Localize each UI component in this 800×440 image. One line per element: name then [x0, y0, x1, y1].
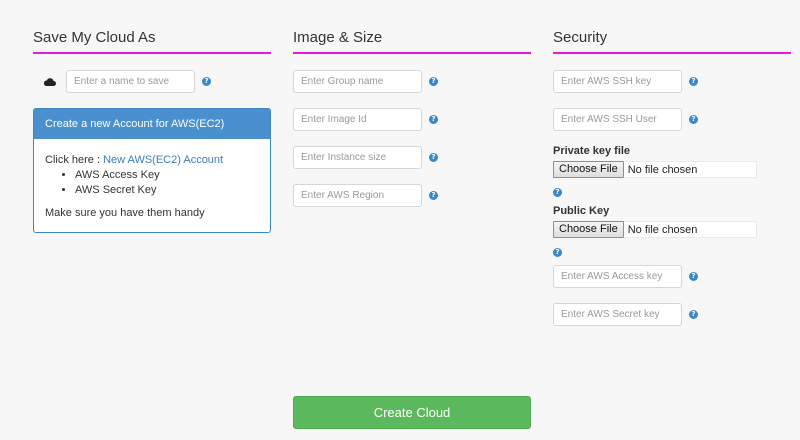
- panel-footer-text: Make sure you have them handy: [45, 207, 205, 219]
- group-name-help-icon[interactable]: ?: [429, 77, 438, 86]
- access-key-row: ?: [553, 265, 791, 288]
- list-item: AWS Secret Key: [75, 183, 259, 198]
- aws-account-panel-body: Click here : New AWS(EC2) Account AWS Ac…: [34, 139, 270, 232]
- private-key-file-status: No file chosen: [627, 163, 698, 176]
- private-key-help-icon[interactable]: ?: [553, 188, 562, 197]
- image-id-row: ?: [293, 108, 531, 131]
- secret-key-help-icon[interactable]: ?: [689, 310, 698, 319]
- image-id-input[interactable]: [293, 108, 422, 131]
- aws-region-row: ?: [293, 184, 531, 207]
- ssh-user-input[interactable]: [553, 108, 682, 131]
- ssh-key-input[interactable]: [553, 70, 682, 93]
- ssh-user-help-icon[interactable]: ?: [689, 115, 698, 124]
- public-key-help-icon[interactable]: ?: [553, 248, 562, 257]
- ssh-user-row: ?: [553, 108, 791, 131]
- secret-key-row: ?: [553, 303, 791, 326]
- create-cloud-button[interactable]: Create Cloud: [293, 396, 531, 429]
- group-name-row: ?: [293, 70, 531, 93]
- click-here-line: Click here : New AWS(EC2) Account: [45, 153, 259, 168]
- save-name-help-icon[interactable]: ?: [202, 77, 211, 86]
- aws-region-input[interactable]: [293, 184, 422, 207]
- ssh-key-help-icon[interactable]: ?: [689, 77, 698, 86]
- click-here-text: Click here :: [45, 154, 104, 166]
- private-key-help-row: ?: [553, 181, 791, 197]
- instance-size-row: ?: [293, 146, 531, 169]
- aws-account-panel-header: Create a new Account for AWS(EC2): [34, 109, 270, 139]
- image-id-help-icon[interactable]: ?: [429, 115, 438, 124]
- save-section: Save My Cloud As ? Create a new Account …: [33, 0, 271, 233]
- ssh-key-row: ?: [553, 70, 791, 93]
- secret-key-input[interactable]: [553, 303, 682, 326]
- aws-account-panel: Create a new Account for AWS(EC2) Click …: [33, 108, 271, 233]
- new-aws-account-link[interactable]: New AWS(EC2) Account: [103, 154, 223, 166]
- instance-size-input[interactable]: [293, 146, 422, 169]
- access-key-input[interactable]: [553, 265, 682, 288]
- aws-region-help-icon[interactable]: ?: [429, 191, 438, 200]
- private-key-choose-file-button[interactable]: Choose File: [553, 161, 624, 178]
- instance-size-help-icon[interactable]: ?: [429, 153, 438, 162]
- image-section-title: Image & Size: [293, 29, 531, 54]
- public-key-label: Public Key: [553, 205, 610, 217]
- public-key-choose-file-button[interactable]: Choose File: [553, 221, 624, 238]
- public-key-file-status: No file chosen: [627, 223, 698, 236]
- list-item: AWS Access Key: [75, 168, 259, 183]
- save-name-input[interactable]: [66, 70, 195, 93]
- save-name-row: ?: [33, 70, 271, 93]
- security-section-title: Security: [553, 29, 791, 54]
- public-key-file-input[interactable]: Choose File No file chosen: [553, 221, 757, 238]
- private-key-label: Private key file: [553, 145, 631, 157]
- save-section-title: Save My Cloud As: [33, 29, 271, 54]
- required-keys-list: AWS Access Key AWS Secret Key: [75, 168, 259, 198]
- image-section: Image & Size ? ? ? ?: [293, 0, 531, 207]
- cloud-icon: [43, 78, 56, 86]
- group-name-input[interactable]: [293, 70, 422, 93]
- public-key-help-row: ?: [553, 241, 791, 257]
- security-section: Security ? ? Private key file Choose Fil…: [553, 0, 791, 326]
- access-key-help-icon[interactable]: ?: [689, 272, 698, 281]
- private-key-file-input[interactable]: Choose File No file chosen: [553, 161, 757, 178]
